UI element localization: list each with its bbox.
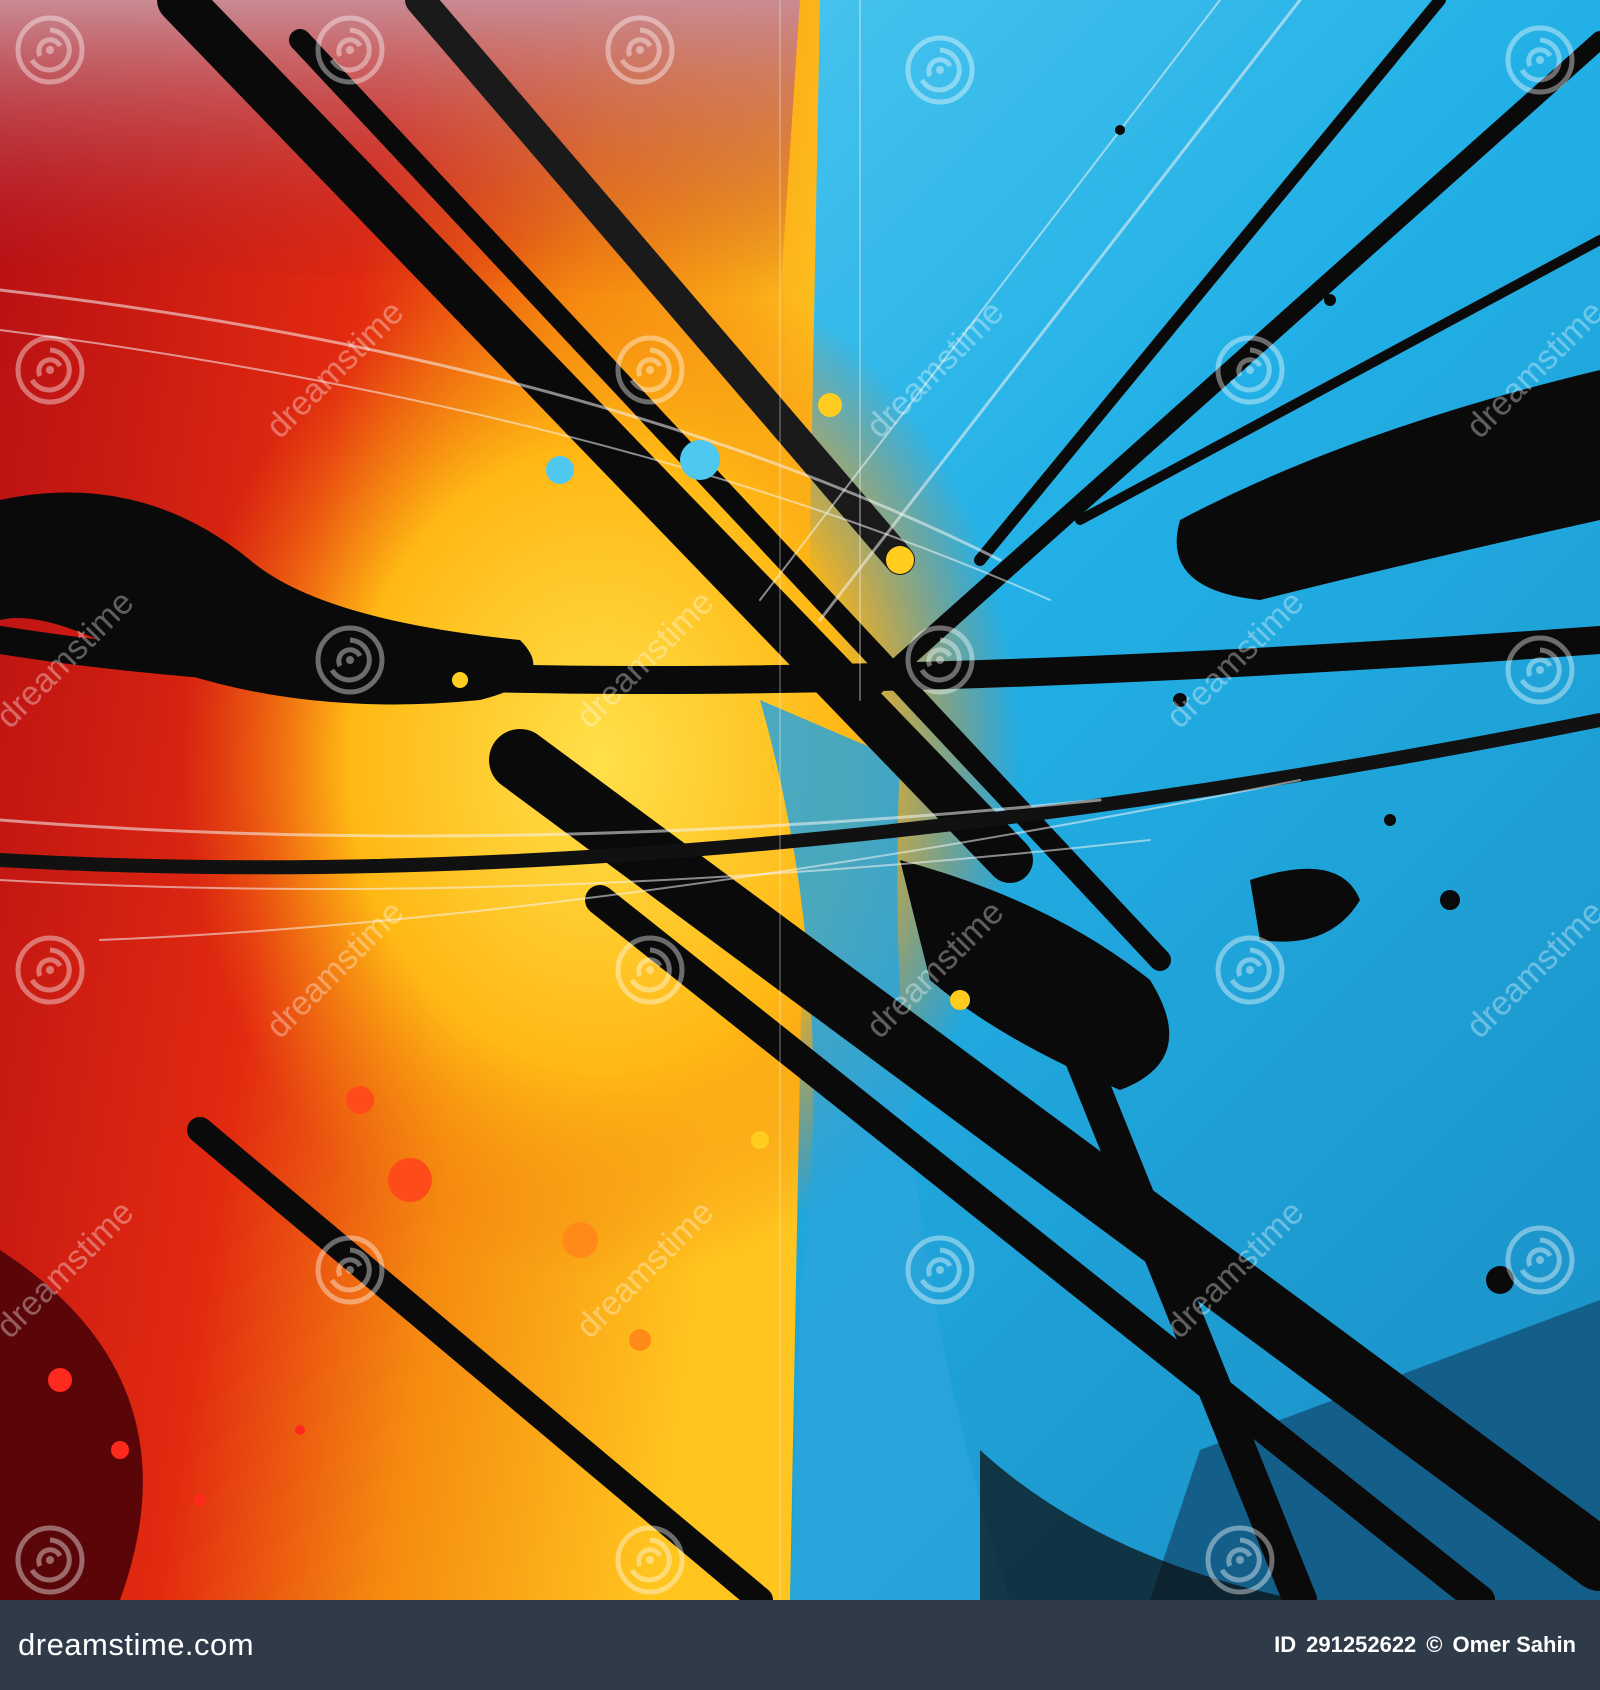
image-credit: ID 291252622 © Omer Sahin xyxy=(1274,1632,1576,1658)
id-label: ID xyxy=(1274,1632,1297,1657)
brand-link[interactable]: dreamstime.com xyxy=(18,1627,254,1663)
painting-svg xyxy=(0,0,1600,1600)
credit-footer: dreamstime.com ID 291252622 © Omer Sahin xyxy=(0,1600,1600,1690)
copyright-symbol: © xyxy=(1426,1632,1443,1657)
author-name[interactable]: Omer Sahin xyxy=(1453,1632,1576,1658)
image-id: 291252622 xyxy=(1306,1632,1417,1657)
stock-photo: dreamstime dreamstime dreamstime dreamst… xyxy=(0,0,1600,1690)
abstract-painting: dreamstime dreamstime dreamstime dreamst… xyxy=(0,0,1600,1600)
